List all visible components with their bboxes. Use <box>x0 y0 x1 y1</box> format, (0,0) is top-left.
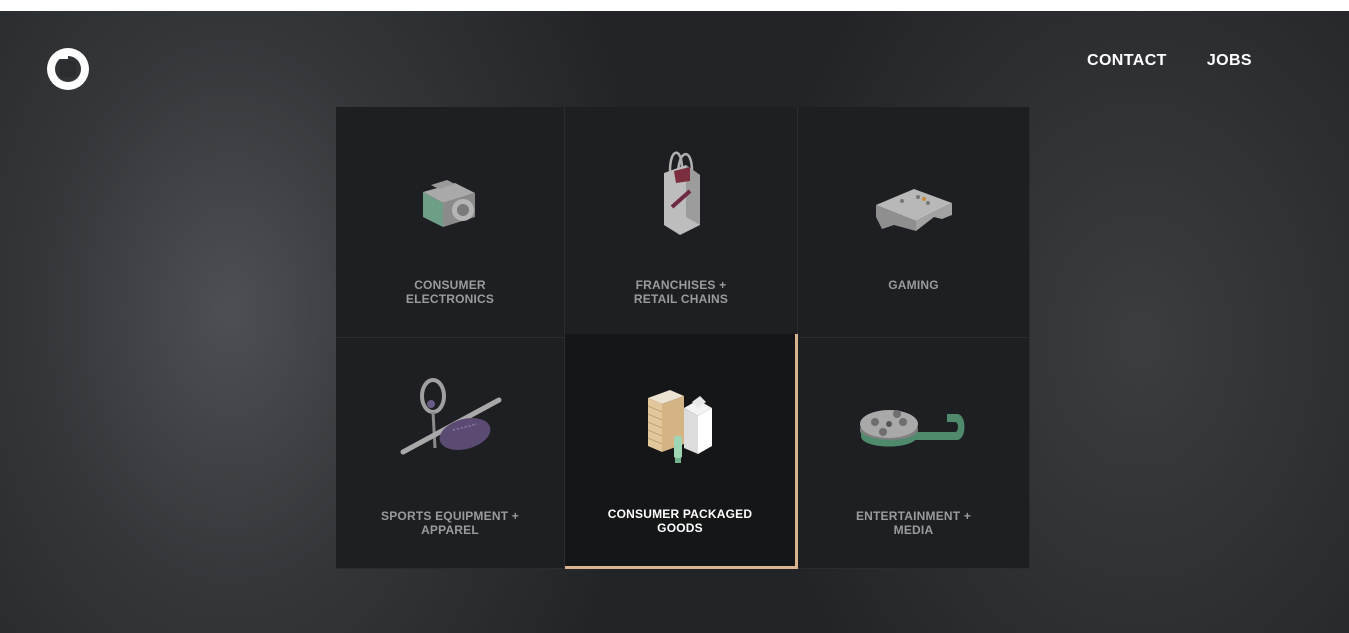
packaged-goods-icon <box>647 390 712 463</box>
film-reel-icon <box>859 410 964 447</box>
brand-logo-icon[interactable] <box>45 46 91 92</box>
tile-label: FRANCHISES + RETAIL CHAINS <box>633 278 729 306</box>
tile-entertainment-media[interactable]: ENTERTAINMENT + MEDIA <box>798 338 1030 569</box>
nav-jobs-link[interactable]: JOBS <box>1207 52 1252 70</box>
shopping-bag-icon <box>664 151 700 235</box>
sports-equipment-icon <box>400 378 502 455</box>
tile-label: SPORTS EQUIPMENT + APPAREL <box>381 509 519 537</box>
game-controller-icon <box>875 189 952 231</box>
tile-consumer-electronics[interactable]: CONSUMER ELECTRONICS <box>336 107 565 338</box>
tile-gaming[interactable]: GAMING <box>798 107 1030 338</box>
tile-label: CONSUMER ELECTRONICS <box>405 278 495 306</box>
top-nav: CONTACT JOBS <box>1087 52 1252 70</box>
camera-icon <box>423 180 475 227</box>
tile-label: CONSUMER PACKAGED GOODS <box>607 507 753 535</box>
tile-label: ENTERTAINMENT + MEDIA <box>855 509 972 537</box>
tile-franchises-retail-chains[interactable]: FRANCHISES + RETAIL CHAINS <box>565 107 798 338</box>
tile-label: GAMING <box>888 278 939 292</box>
tile-consumer-packaged-goods[interactable]: CONSUMER PACKAGED GOODS <box>565 334 798 569</box>
nav-contact-link[interactable]: CONTACT <box>1087 52 1167 70</box>
tile-sports-equipment-apparel[interactable]: SPORTS EQUIPMENT + APPAREL <box>336 338 565 569</box>
industry-grid: CONSUMER ELECTRONICS FRANCHISES + RETAIL… <box>336 107 1030 569</box>
page-background: CONTACT JOBS CONSUMER ELECTRONICS FRANCH… <box>0 11 1349 633</box>
